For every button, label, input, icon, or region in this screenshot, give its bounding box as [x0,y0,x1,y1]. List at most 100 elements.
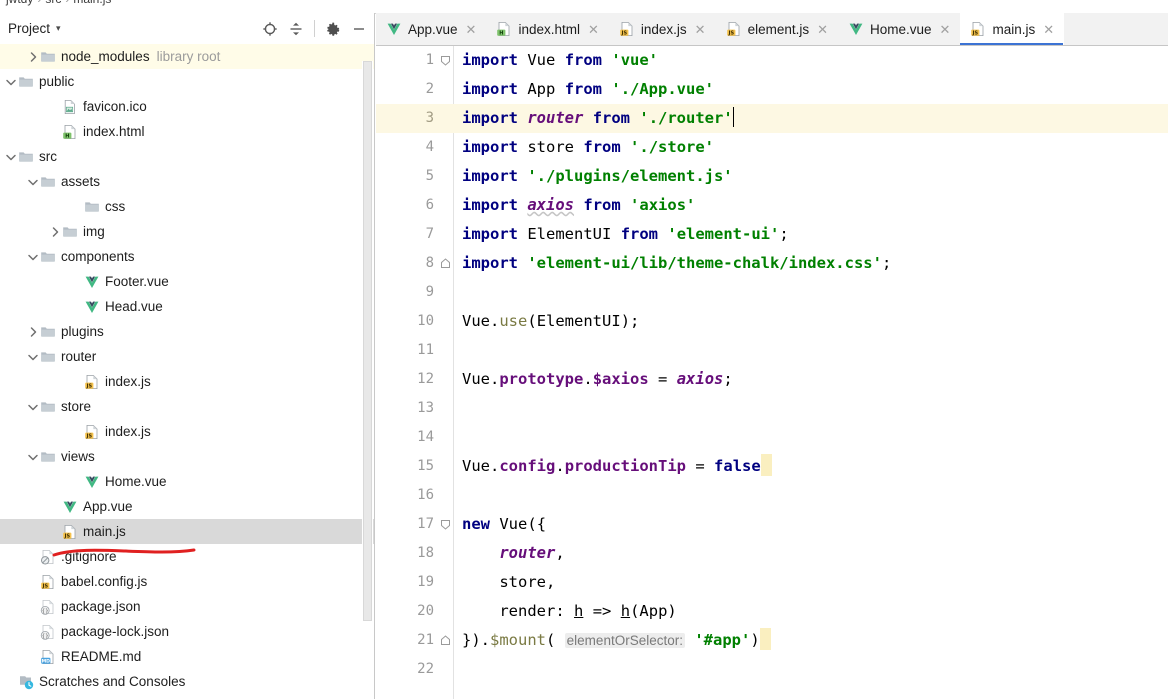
project-tree[interactable]: node_modules library root public favicon.ic… [0,44,374,699]
tree-row-label: Scratches and Consoles [39,673,186,689]
code-line[interactable]: 17 new Vue({ [376,510,1168,539]
collapse-all-icon[interactable] [284,17,308,41]
code-line[interactable]: 8 import 'element-ui/lib/theme-chalk/inde… [376,249,1168,278]
tree-row[interactable]: img [0,219,374,244]
html-file-icon: H [61,124,78,140]
tree-row[interactable]: src [0,144,374,169]
code-line[interactable]: 12 Vue.prototype.$axios = axios; [376,365,1168,394]
breadcrumb-item-file[interactable]: main.js [73,0,111,6]
project-panel-title[interactable]: Project [8,21,50,36]
tree-row[interactable]: .gitignore [0,544,374,569]
tree-row[interactable]: JS index.js [0,419,374,444]
chevron-down-icon[interactable] [26,175,39,188]
tree-row[interactable]: Scratches and Consoles [0,669,374,694]
chevron-down-icon[interactable] [26,250,39,263]
chevron-down-icon[interactable] [4,150,17,163]
chevron-down-icon[interactable] [26,350,39,363]
tab-label: main.js [992,21,1036,37]
tree-row[interactable]: favicon.ico [0,94,374,119]
fold-collapse-icon[interactable] [438,510,452,539]
code-line[interactable]: 1 import Vue from 'vue' [376,46,1168,75]
tree-row[interactable]: plugins [0,319,374,344]
scrollbar-thumb[interactable] [363,61,372,621]
chevron-right-icon[interactable] [48,225,61,238]
chevron-down-icon[interactable] [26,400,39,413]
tree-row[interactable]: {} package.json [0,594,374,619]
code-line[interactable]: 9 [376,278,1168,307]
code-line[interactable]: 10 Vue.use(ElementUI); [376,307,1168,336]
code-line[interactable]: 7 import ElementUI from 'element-ui'; [376,220,1168,249]
tree-row-sublabel: library root [156,49,221,64]
code-text: import Vue from 'vue' [462,51,659,69]
chevron-down-icon[interactable] [26,450,39,463]
code-line[interactable]: 5 import './plugins/element.js' [376,162,1168,191]
tree-row[interactable]: JS main.js [0,519,374,544]
code-line[interactable]: 22 [376,655,1168,684]
code-editor[interactable]: 1 import Vue from 'vue' 2 import App from '… [376,46,1168,699]
tree-row[interactable]: Footer.vue [0,269,374,294]
code-line[interactable]: 4 import store from './store' [376,133,1168,162]
chevron-right-icon[interactable] [26,325,39,338]
tree-row[interactable]: router [0,344,374,369]
editor-tab-main-js[interactable]: JS main.js ✕ [960,13,1065,45]
code-line[interactable]: 20 render: h => h(App) [376,597,1168,626]
tree-row[interactable]: JS index.js [0,369,374,394]
tree-row[interactable]: node_modules library root [0,44,374,69]
tree-row[interactable]: App.vue [0,494,374,519]
chevron-right-icon[interactable] [26,50,39,63]
select-opened-file-icon[interactable] [258,17,282,41]
code-text: Vue.config.productionTip = false [462,452,772,481]
editor-tab-app-vue[interactable]: App.vue ✕ [376,13,487,45]
code-line[interactable]: 11 [376,336,1168,365]
tree-row[interactable]: Hindex.html [0,119,374,144]
tree-row-label: assets [61,173,101,189]
code-text: router, [499,544,565,562]
hide-panel-icon[interactable] [347,17,371,41]
tree-row[interactable]: css [0,194,374,219]
code-text: import axios from 'axios' [462,196,696,214]
editor-tab-index-js[interactable]: JS index.js ✕ [608,13,716,45]
chevron-down-icon[interactable]: ▾ [56,24,61,33]
chevron-down-icon[interactable] [4,75,17,88]
tree-row[interactable]: {} package-lock.json [0,619,374,644]
code-line[interactable]: 15 Vue.config.productionTip = false [376,452,1168,481]
code-line[interactable]: 3 import router from './router' [376,104,1168,133]
vue-file-icon [386,21,402,37]
vue-file-icon [61,499,78,515]
code-line[interactable]: 16 [376,481,1168,510]
editor-tabbar[interactable]: App.vue ✕ Hindex.html ✕ JS index.js ✕ JS element… [376,13,1168,46]
code-line[interactable]: 13 [376,394,1168,423]
close-icon[interactable]: ✕ [940,23,951,36]
tree-row[interactable]: store [0,394,374,419]
close-icon[interactable]: ✕ [588,23,599,36]
breadcrumb-item-src[interactable]: src [45,0,61,6]
code-line[interactable]: 21}).$mount( elementOrSelector: '#app') [376,626,1168,655]
close-icon[interactable]: ✕ [695,23,706,36]
editor-tab-element-js[interactable]: JS element.js ✕ [715,13,839,45]
code-line[interactable]: 6 import axios from 'axios' [376,191,1168,220]
fold-collapse-icon[interactable] [438,46,452,75]
close-icon[interactable]: ✕ [1043,23,1054,36]
fold-end-icon[interactable] [438,626,452,655]
close-icon[interactable]: ✕ [817,23,828,36]
tree-row[interactable]: JS babel.config.js [0,569,374,594]
tree-row[interactable]: public [0,69,374,94]
code-line[interactable]: 14 [376,423,1168,452]
tree-row[interactable]: Head.vue [0,294,374,319]
tree-row[interactable]: MD README.md [0,644,374,669]
tree-row[interactable]: components [0,244,374,269]
close-icon[interactable]: ✕ [466,23,477,36]
code-line[interactable]: 19 store, [376,568,1168,597]
code-line[interactable]: 18 router, [376,539,1168,568]
breadcrumb-item-project[interactable]: jwtdy [6,0,33,6]
code-line[interactable]: 2 import App from './App.vue' [376,75,1168,104]
project-tree-scrollbar[interactable] [362,61,373,698]
gear-icon[interactable] [321,17,345,41]
tree-row[interactable]: views [0,444,374,469]
tree-row[interactable]: assets [0,169,374,194]
fold-end-icon[interactable] [438,249,452,278]
editor-tab-home-vue[interactable]: Home.vue ✕ [838,13,961,45]
editor-tab-index-html[interactable]: Hindex.html ✕ [486,13,609,45]
tree-row[interactable]: Home.vue [0,469,374,494]
